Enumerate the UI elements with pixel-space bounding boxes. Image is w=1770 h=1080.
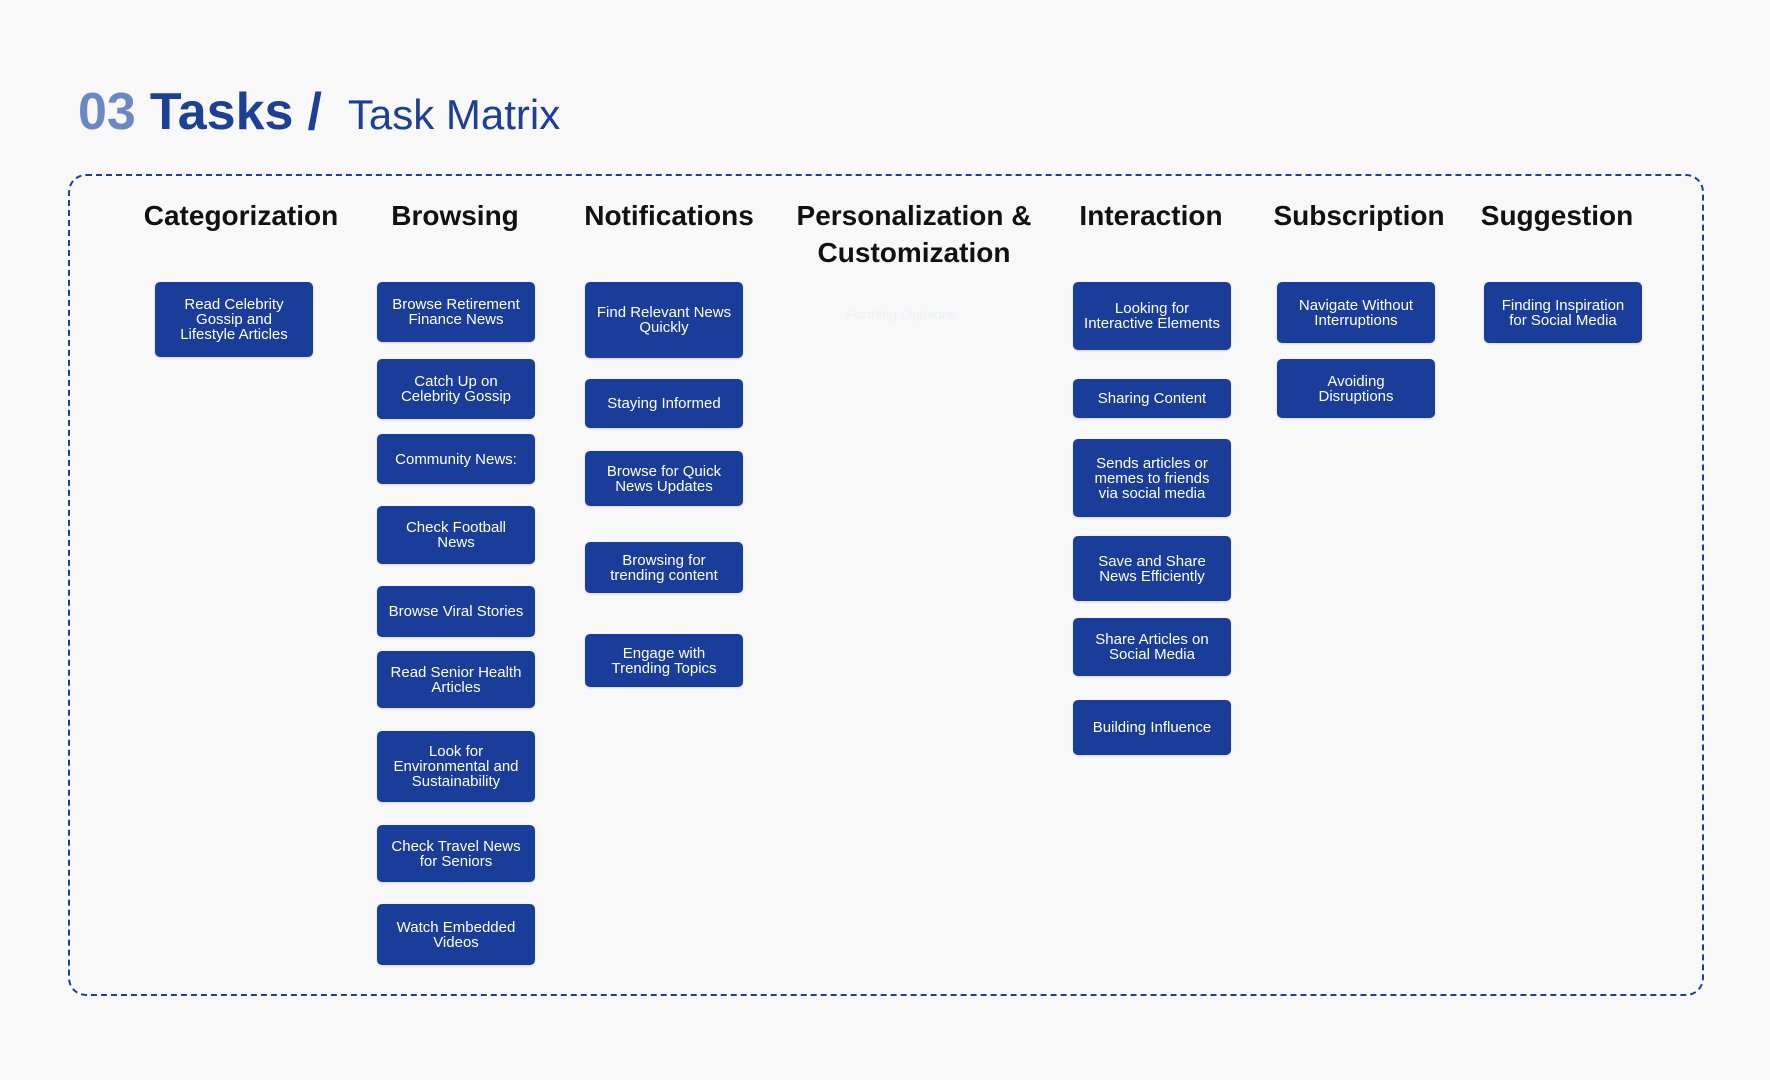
section-number: 03	[78, 83, 136, 141]
task-card[interactable]: Find Relevant News Quickly	[585, 282, 743, 358]
page-subtitle: Task Matrix	[347, 91, 561, 138]
column-header-suggestion: Suggestion	[1480, 200, 1634, 231]
task-card[interactable]: Browsing for trending content	[585, 542, 743, 593]
task-card[interactable]: Engage with Trending Topics	[585, 634, 743, 687]
column-header-browsing: Browsing	[391, 200, 519, 231]
task-card[interactable]: Read Senior Health Articles	[377, 651, 535, 708]
task-card[interactable]: Check Football News	[377, 506, 535, 564]
column-header-interaction: Interaction	[1079, 200, 1223, 231]
page-header: 03 Tasks / Task Matrix	[78, 82, 560, 142]
column-header-subscription: Subscription	[1273, 200, 1445, 231]
task-card[interactable]: Save and Share News Efficiently	[1073, 536, 1231, 601]
task-card[interactable]: Read Celebrity Gossip and Lifestyle Arti…	[155, 282, 313, 357]
task-matrix-frame	[68, 174, 1704, 996]
task-card[interactable]: Watch Embedded Videos	[377, 904, 535, 965]
task-card[interactable]: Catch Up on Celebrity Gossip	[377, 359, 535, 419]
task-card[interactable]: Check Travel News for Seniors	[377, 825, 535, 882]
task-card[interactable]: Share Articles on Social Media	[1073, 618, 1231, 676]
task-card[interactable]: Browse Retirement Finance News	[377, 282, 535, 342]
column-header-categorization: Categorization	[143, 200, 339, 231]
task-card[interactable]: Browse for Quick News Updates	[585, 451, 743, 506]
column-header-personalization: Personalization & Customization	[796, 200, 1032, 268]
task-card[interactable]: Community News:	[377, 434, 535, 484]
task-card[interactable]: Navigate Without Interruptions	[1277, 282, 1435, 343]
task-card[interactable]: Building Influence	[1073, 700, 1231, 755]
column-header-notifications: Notifications	[584, 200, 754, 231]
task-card[interactable]: Sends articles or memes to friends via s…	[1073, 439, 1231, 517]
task-card[interactable]: Finding Inspiration for Social Media	[1484, 282, 1642, 343]
task-card[interactable]: Browse Viral Stories	[377, 586, 535, 637]
page-title: Tasks	[149, 83, 294, 141]
title-separator: /	[307, 83, 322, 141]
faint-task-label: Forming Opinions	[846, 306, 957, 322]
task-card[interactable]: Sharing Content	[1073, 379, 1231, 418]
task-card[interactable]: Staying Informed	[585, 379, 743, 428]
task-card[interactable]: Look for Environmental and Sustainabilit…	[377, 731, 535, 802]
task-card[interactable]: Looking for Interactive Elements	[1073, 282, 1231, 350]
task-card[interactable]: Avoiding Disruptions	[1277, 359, 1435, 418]
